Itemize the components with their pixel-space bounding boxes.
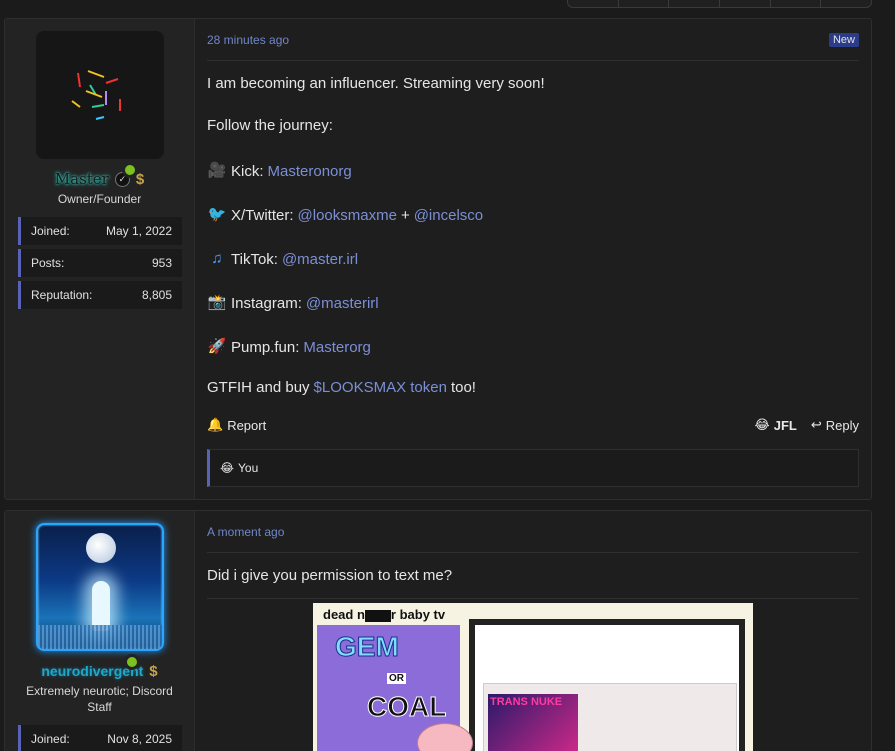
post: Master ✓ $ Owner/Founder Joined: May 1, 2… [4, 18, 872, 500]
pink-blob-icon [417, 723, 473, 751]
x-line: 🐦 X/Twitter: @looksmaxme + @incelsco [207, 206, 484, 224]
post-content: 28 minutes ago New I am becoming an infl… [195, 19, 871, 499]
meme-title: dead nr baby tv [323, 607, 446, 622]
meme-right-panel: TRANS NUKE [469, 619, 745, 751]
moon-icon [85, 533, 116, 563]
stat-joined: Joined: Nov 8, 2025 [18, 725, 182, 751]
tiktok-link[interactable]: @master.irl [282, 251, 358, 268]
message-line: Did i give you permission to text me? [207, 567, 453, 584]
rocket-icon: 🚀 [207, 338, 227, 355]
stat-joined: Joined: May 1, 2022 [18, 217, 182, 245]
closing-line: GTFIH and buy $LOOKSMAX token too! [207, 379, 476, 396]
bell-icon: 🔔 [207, 417, 224, 432]
meme-image[interactable]: dead nr baby tv GEM OR COAL TRANS NUKE [313, 603, 753, 751]
kick-link[interactable]: Masteronorg [268, 163, 352, 180]
online-indicator [123, 654, 140, 670]
token-link[interactable]: $LOOKSMAX token [314, 379, 447, 396]
stat-posts: Posts: 953 [18, 249, 182, 277]
pump-link[interactable]: Masterorg [303, 339, 371, 356]
censor-bar [364, 609, 391, 622]
music-note-icon: ♫ [211, 250, 223, 267]
anime-thumbnail: TRANS NUKE [488, 694, 578, 751]
movie-camera-icon: 🎥 [207, 162, 227, 179]
laughing-face-icon: 😂 [754, 417, 770, 432]
glowing-figure-icon [91, 581, 110, 631]
instagram-line: 📸 Instagram: @masterirl [207, 294, 379, 312]
user-sidebar: Master ✓ $ Owner/Founder Joined: May 1, 2… [5, 19, 195, 499]
avatar[interactable] [35, 523, 164, 670]
message-line: Follow the journey: [207, 117, 333, 134]
instagram-link[interactable]: @masterirl [306, 295, 379, 312]
x-link-2[interactable]: @incelsco [414, 207, 483, 224]
report-button[interactable]: 🔔 Report [207, 417, 266, 433]
grass-decoration [37, 625, 162, 649]
post-content: A moment ago Did i give you permission t… [195, 511, 871, 751]
post: neurodivergent $ Extremely neurotic; Dis… [4, 510, 872, 751]
logo-icon [70, 70, 121, 120]
laughing-face-icon: 😂 [220, 461, 235, 475]
reply-arrow-icon: ↩ [810, 417, 822, 432]
jfl-reaction-button[interactable]: 😂 JFL [755, 417, 797, 433]
camera-flash-icon: 📸 [207, 294, 227, 311]
kick-line: 🎥 Kick: Masteronorg [207, 162, 352, 180]
new-badge: New [828, 32, 859, 47]
reactions-bar[interactable]: 😂 You [207, 449, 859, 487]
message-line: I am becoming an influencer. Streaming v… [207, 75, 545, 92]
post-timestamp[interactable]: A moment ago [207, 525, 284, 539]
embedded-thread-screenshot: TRANS NUKE [483, 683, 737, 751]
user-title: Owner/Founder [57, 192, 142, 206]
stat-reputation: Reputation: 8,805 [18, 281, 182, 309]
online-indicator [121, 162, 138, 178]
x-link-1[interactable]: @looksmaxme [298, 207, 397, 224]
dollar-icon: $ [149, 662, 158, 680]
user-sidebar: neurodivergent $ Extremely neurotic; Dis… [5, 511, 195, 751]
pagination-strip[interactable] [567, 0, 872, 8]
avatar[interactable] [35, 31, 164, 178]
username[interactable]: Master [55, 170, 109, 188]
reply-button[interactable]: ↩ Reply [811, 417, 859, 433]
bird-icon: 🐦 [207, 206, 227, 223]
tiktok-line: ♫ TikTok: @master.irl [207, 249, 358, 269]
divider [207, 598, 859, 599]
pump-line: 🚀 Pump.fun: Masterorg [207, 338, 371, 356]
post-actions: 🔔 Report 😂 JFL ↩ Reply [207, 415, 859, 435]
post-timestamp[interactable]: 28 minutes ago [207, 33, 289, 47]
user-title: Extremely neurotic; Discord Staff [26, 684, 173, 714]
